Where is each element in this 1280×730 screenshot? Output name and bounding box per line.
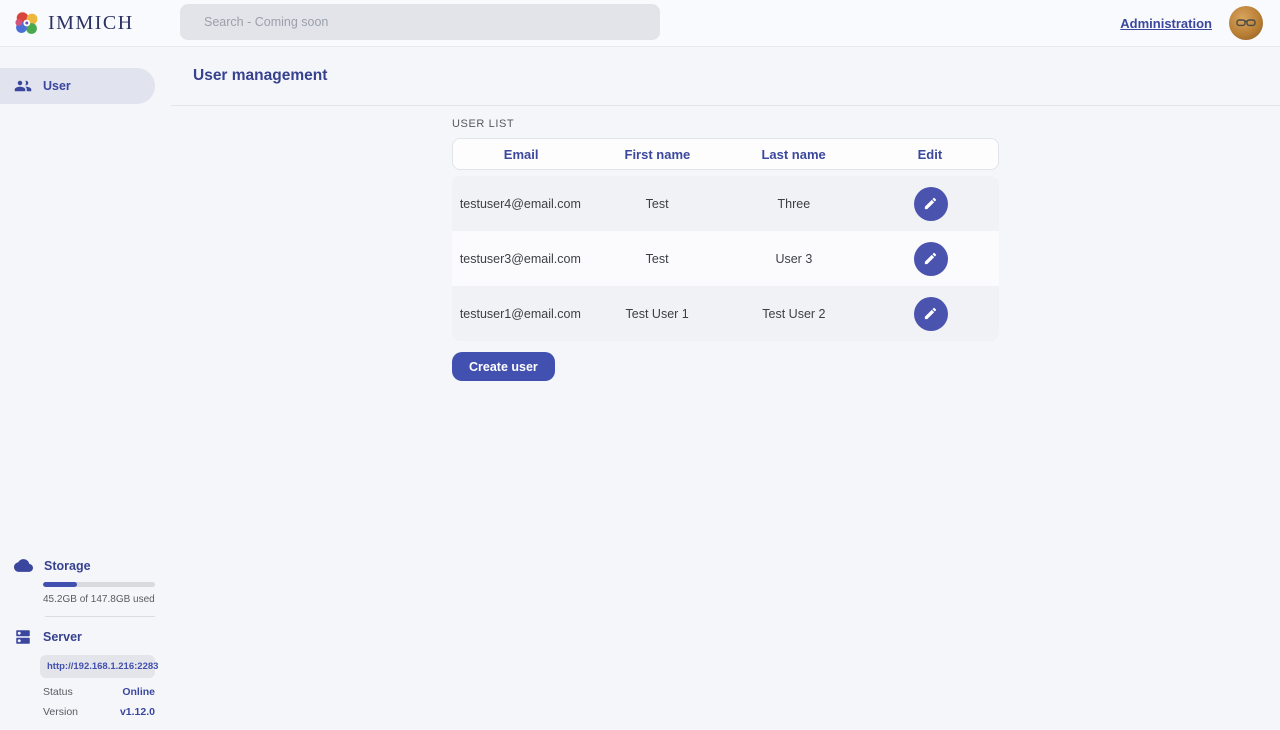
administration-link[interactable]: Administration: [1120, 16, 1212, 31]
group-icon: [14, 77, 32, 95]
cell-edit: [862, 187, 999, 221]
storage-section-header: Storage: [0, 556, 171, 575]
server-status-row: Status Online: [43, 686, 155, 698]
server-version-row: Version v1.12.0: [43, 706, 155, 718]
cell-last-name: User 3: [726, 252, 863, 266]
storage-progress-fill: [43, 582, 77, 587]
immich-logo-icon: [14, 10, 40, 36]
page-title: User management: [171, 67, 327, 85]
version-label: Version: [43, 706, 78, 718]
cell-edit: [862, 242, 999, 276]
cell-email: testuser1@email.com: [452, 307, 589, 321]
glasses-icon: [1234, 11, 1258, 35]
user-avatar[interactable]: [1229, 6, 1263, 40]
pencil-icon: [923, 196, 938, 211]
search-bar[interactable]: [180, 4, 660, 40]
create-user-button[interactable]: Create user: [452, 352, 555, 381]
table-row: testuser4@email.comTestThree: [452, 176, 999, 231]
user-list-label: USER LIST: [452, 118, 999, 130]
user-list-section: USER LIST Email First name Last name Edi…: [452, 118, 999, 381]
cloud-icon: [14, 556, 33, 575]
table-header-row: Email First name Last name Edit: [452, 138, 999, 170]
cell-last-name: Three: [726, 197, 863, 211]
cell-last-name: Test User 2: [726, 307, 863, 321]
server-url-chip: http://192.168.1.216:2283: [40, 655, 155, 678]
server-icon: [14, 628, 32, 646]
cell-first-name: Test: [589, 197, 726, 211]
column-header-edit: Edit: [862, 147, 998, 162]
cell-email: testuser4@email.com: [452, 197, 589, 211]
page-header: User management: [171, 47, 1280, 106]
main-area: User management USER LIST Email First na…: [171, 47, 1280, 730]
table-row: testuser1@email.comTest User 1Test User …: [452, 286, 999, 341]
server-title: Server: [43, 630, 82, 644]
cell-edit: [862, 297, 999, 331]
column-header-first-name: First name: [589, 147, 725, 162]
sidebar-divider: [45, 616, 155, 617]
storage-usage-text: 45.2GB of 147.8GB used: [43, 594, 155, 605]
cell-first-name: Test: [589, 252, 726, 266]
sidebar-item-user[interactable]: User: [0, 68, 155, 104]
navbar-right: Administration: [1120, 6, 1280, 40]
column-header-email: Email: [453, 147, 589, 162]
pencil-icon: [923, 306, 938, 321]
sidebar-footer: Storage 45.2GB of 147.8GB used Server: [0, 556, 171, 730]
brand-name: IMMICH: [48, 12, 134, 35]
edit-user-button[interactable]: [914, 242, 948, 276]
storage-progress-bar: [43, 582, 155, 587]
version-value: v1.12.0: [120, 706, 155, 718]
table-row: testuser3@email.comTestUser 3: [452, 231, 999, 286]
pencil-icon: [923, 251, 938, 266]
user-table-body: testuser4@email.comTestThreetestuser3@em…: [452, 176, 999, 341]
status-value: Online: [122, 686, 155, 698]
edit-user-button[interactable]: [914, 187, 948, 221]
storage-title: Storage: [44, 559, 91, 573]
sidebar: User Storage 45.2GB of 147.8GB used: [0, 47, 171, 730]
brand: IMMICH: [0, 10, 166, 36]
edit-user-button[interactable]: [914, 297, 948, 331]
column-header-last-name: Last name: [726, 147, 862, 162]
cell-email: testuser3@email.com: [452, 252, 589, 266]
top-navbar: IMMICH Administration: [0, 0, 1280, 47]
status-label: Status: [43, 686, 73, 698]
server-section-header: Server: [0, 628, 171, 646]
sidebar-item-label: User: [43, 79, 71, 93]
search-input[interactable]: [180, 4, 660, 40]
cell-first-name: Test User 1: [589, 307, 726, 321]
